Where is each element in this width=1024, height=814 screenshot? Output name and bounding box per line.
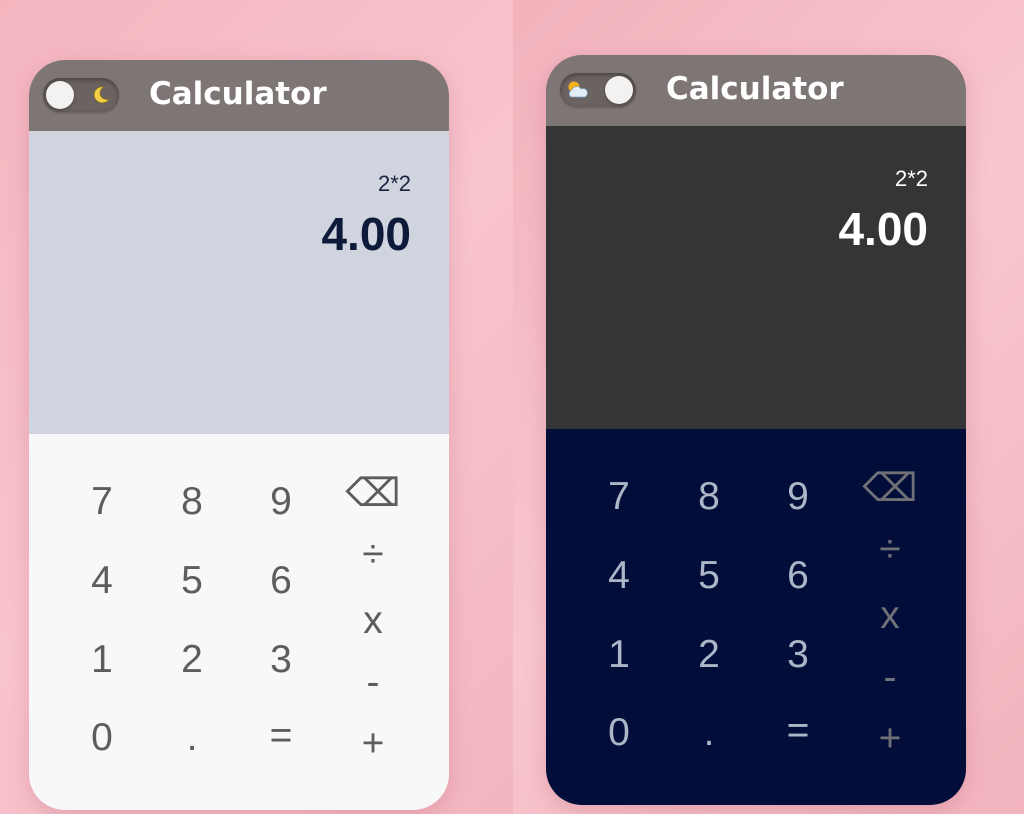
theme-toggle[interactable] (43, 78, 119, 112)
equals-button[interactable]: = (251, 709, 311, 763)
backspace-button[interactable]: ⌫ (343, 467, 403, 521)
multiply-button[interactable]: x (860, 589, 920, 643)
key-6[interactable]: 6 (768, 549, 828, 603)
key-6[interactable]: 6 (251, 554, 311, 608)
key-9[interactable]: 9 (251, 475, 311, 529)
backspace-button[interactable]: ⌫ (860, 462, 920, 516)
equals-button[interactable]: = (768, 704, 828, 758)
theme-toggle[interactable] (560, 73, 636, 107)
key-0[interactable]: 0 (589, 706, 649, 760)
key-2[interactable]: 2 (162, 633, 222, 687)
key-0[interactable]: 0 (72, 711, 132, 765)
subtract-button[interactable]: - (860, 651, 920, 705)
result-display: 4.00 (838, 203, 928, 255)
toggle-knob (605, 76, 633, 104)
expression-display: 2*2 (894, 166, 928, 191)
calculator-header: Calculator (29, 60, 449, 131)
sun-cloud-icon (568, 81, 588, 98)
calculator-header: Calculator (546, 55, 966, 126)
key-9[interactable]: 9 (768, 470, 828, 524)
key-3[interactable]: 3 (768, 628, 828, 682)
add-button[interactable]: + (343, 717, 403, 771)
key-2[interactable]: 2 (679, 628, 739, 682)
key-8[interactable]: 8 (162, 475, 222, 529)
add-button[interactable]: + (860, 712, 920, 766)
keypad: 7 8 9 ⌫ 4 5 6 ÷ 1 2 3 x 0 . = - + (29, 434, 449, 810)
key-4[interactable]: 4 (72, 554, 132, 608)
moon-icon (93, 86, 110, 104)
display-panel: 2*2 4.00 (29, 131, 449, 434)
divide-button[interactable]: ÷ (343, 528, 403, 582)
key-1[interactable]: 1 (589, 628, 649, 682)
key-4[interactable]: 4 (589, 549, 649, 603)
key-7[interactable]: 7 (589, 470, 649, 524)
keypad: 7 8 9 ⌫ 4 5 6 ÷ 1 2 3 x 0 . = - + (546, 429, 966, 805)
key-1[interactable]: 1 (72, 633, 132, 687)
result-display: 4.00 (321, 208, 411, 260)
decimal-button[interactable]: . (679, 706, 739, 760)
subtract-button[interactable]: - (343, 656, 403, 710)
expression-display: 2*2 (377, 171, 411, 196)
toggle-knob (46, 81, 74, 109)
divide-button[interactable]: ÷ (860, 523, 920, 577)
app-title: Calculator (149, 76, 327, 112)
calculator-dark: Calculator 2*2 4.00 7 8 9 ⌫ 4 5 6 ÷ 1 2 … (546, 55, 966, 805)
key-5[interactable]: 5 (162, 554, 222, 608)
key-7[interactable]: 7 (72, 475, 132, 529)
key-5[interactable]: 5 (679, 549, 739, 603)
multiply-button[interactable]: x (343, 594, 403, 648)
key-8[interactable]: 8 (679, 470, 739, 524)
calculator-light: Calculator 2*2 4.00 7 8 9 ⌫ 4 5 6 ÷ 1 2 … (29, 60, 449, 810)
key-3[interactable]: 3 (251, 633, 311, 687)
display-panel: 2*2 4.00 (546, 126, 966, 429)
decimal-button[interactable]: . (162, 711, 222, 765)
app-title: Calculator (666, 71, 844, 107)
